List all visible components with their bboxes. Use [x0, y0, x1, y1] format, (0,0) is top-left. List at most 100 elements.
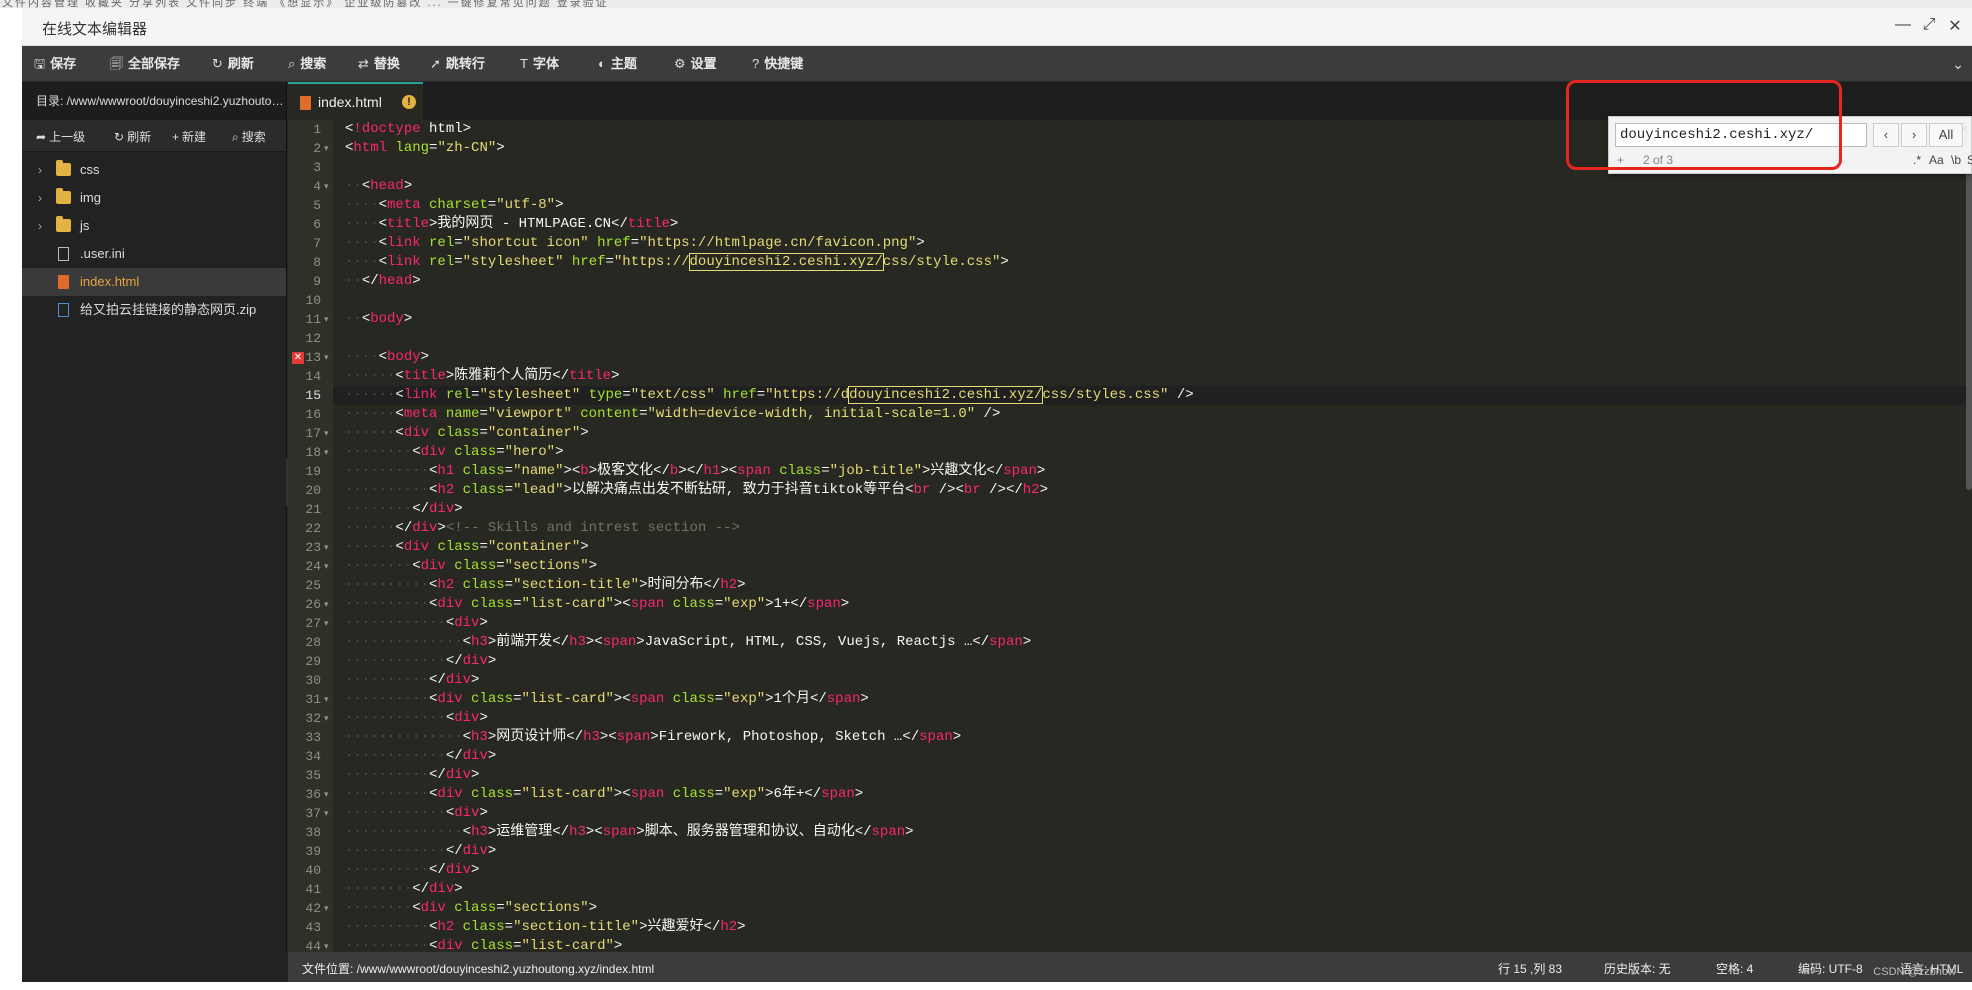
fold-arrow-icon[interactable]: ▾ — [324, 314, 329, 325]
code-line[interactable]: ····<body> — [345, 348, 429, 367]
code-line[interactable]: ··········<h1 class="name"><b>极客文化</b></… — [345, 462, 1045, 481]
error-icon[interactable]: ✕ — [292, 352, 304, 364]
code-line[interactable]: ··············<h3>运维管理</h3><span>脚本、服务器管… — [345, 823, 914, 842]
fold-arrow-icon[interactable]: ▾ — [324, 352, 329, 363]
sidebar-item-css[interactable]: › css — [22, 156, 286, 184]
fold-arrow-icon[interactable]: ▾ — [324, 143, 329, 154]
word-toggle[interactable]: \b — [1951, 153, 1961, 167]
fold-arrow-icon[interactable]: ▾ — [324, 941, 329, 952]
code-line[interactable]: ············</div> — [345, 652, 496, 671]
code-line[interactable]: ··············<h3>前端开发</h3><span>JavaScr… — [345, 633, 1031, 652]
code-editor[interactable]: 1 2 ▾ 3 4 ▾ 5 6 7 8 9 10 11 ▾ 12 13 ✕ ▾ 14 15 16 17 ▾ 18 ▾ 19 20 21… — [288, 120, 1972, 952]
fold-arrow-icon[interactable]: ▾ — [324, 542, 329, 553]
search-all-button[interactable]: All — [1929, 123, 1963, 147]
toolbar-button-1[interactable]: 🗐 全部保存 — [110, 46, 180, 82]
toolbar-button-7[interactable]: ◐ 主题 — [598, 46, 637, 82]
code-line[interactable]: ····<link rel="stylesheet" href="https:/… — [345, 253, 1009, 272]
code-line[interactable]: ············<div> — [345, 709, 488, 728]
code-line[interactable]: ··········<h2 class="lead">以解决痛点出发不断钻研, … — [345, 481, 1048, 500]
sidebar-item-js[interactable]: › js — [22, 212, 286, 240]
status-cursor-position[interactable]: 行 15 ,列 83 — [1498, 960, 1562, 977]
fold-arrow-icon[interactable]: ▾ — [324, 428, 329, 439]
toolbar-button-4[interactable]: ⇄ 替换 — [358, 46, 400, 82]
code-line[interactable]: ······<meta name="viewport" content="wid… — [345, 405, 1000, 424]
fold-arrow-icon[interactable]: ▾ — [324, 618, 329, 629]
code-line[interactable]: ··········<div class="list-card"><span c… — [345, 785, 863, 804]
selection-toggle[interactable]: S — [1967, 153, 1972, 167]
code-line[interactable]: ··<head> — [345, 177, 412, 196]
sidebar-item-indexhtml[interactable]: index.html — [22, 268, 286, 296]
sidebar-tool-3[interactable]: ⌕ 搜索 — [232, 128, 266, 145]
tab-index-html[interactable]: index.html ! — [288, 82, 423, 120]
code-line[interactable]: ··········</div> — [345, 766, 479, 785]
search-close-icon[interactable]: × — [1960, 120, 1968, 136]
sidebar-item-userini[interactable]: .user.ini — [22, 240, 286, 268]
fold-arrow-icon[interactable]: ▾ — [324, 903, 329, 914]
fold-arrow-icon[interactable]: ▾ — [324, 713, 329, 724]
fold-arrow-icon[interactable]: ▾ — [324, 808, 329, 819]
sidebar-tool-0[interactable]: ➦ 上一级 — [36, 128, 85, 145]
code-line[interactable]: ············<div> — [345, 804, 488, 823]
toolbar-button-9[interactable]: ? 快捷键 — [752, 46, 803, 82]
fold-arrow-icon[interactable]: ▾ — [324, 561, 329, 572]
code-line[interactable]: ······<div class="container"> — [345, 424, 589, 443]
vertical-scrollbar[interactable] — [1966, 120, 1972, 490]
fold-arrow-icon[interactable]: ▾ — [324, 694, 329, 705]
sidebar-item-img[interactable]: › img — [22, 184, 286, 212]
case-toggle[interactable]: Aa — [1929, 153, 1944, 167]
search-expand-button[interactable]: + — [1617, 153, 1624, 167]
chevron-down-icon[interactable]: ⌄ — [1952, 56, 1964, 73]
status-history[interactable]: 历史版本: 无 — [1604, 960, 1671, 977]
code-line[interactable]: ··</head> — [345, 272, 421, 291]
toolbar-button-5[interactable]: ➚ 跳转行 — [430, 46, 485, 82]
sidebar-item-zip[interactable]: 给又拍云挂链接的静态网页.zip — [22, 296, 286, 324]
toolbar-button-2[interactable]: ↻ 刷新 — [212, 46, 254, 82]
code-line[interactable]: ············</div> — [345, 747, 496, 766]
code-line[interactable]: ··········<h2 class="section-title">兴趣爱好… — [345, 918, 746, 937]
code-line[interactable]: ··<body> — [345, 310, 412, 329]
code-line[interactable]: ······<title>陈雅莉个人简历</title> — [345, 367, 619, 386]
regex-toggle[interactable]: .* — [1913, 153, 1921, 167]
code-line[interactable]: ········</div> — [345, 880, 463, 899]
code-line[interactable]: ··············<h3>网页设计师</h3><span>Firewo… — [345, 728, 961, 747]
toolbar-button-0[interactable]: 🖫 保存 — [34, 46, 76, 82]
code-line[interactable]: ······<link rel="stylesheet" type="text/… — [345, 386, 1194, 405]
code-line[interactable]: <!doctype html> — [345, 120, 471, 139]
code-line[interactable]: ········<div class="sections"> — [345, 899, 597, 918]
fold-arrow-icon[interactable]: ▾ — [324, 599, 329, 610]
code-line[interactable]: ··········<div class="list-card"> — [345, 937, 622, 952]
code-line[interactable]: ········<div class="hero"> — [345, 443, 564, 462]
code-line[interactable]: ············</div> — [345, 842, 496, 861]
code-line[interactable]: ··········</div> — [345, 671, 479, 690]
toolbar-button-8[interactable]: ⚙ 设置 — [674, 46, 717, 82]
code-line[interactable]: ············<div> — [345, 614, 488, 633]
chevron-right-icon[interactable]: › — [38, 156, 42, 184]
minimize-icon[interactable]: — — [1892, 16, 1914, 34]
close-icon[interactable]: ✕ — [1944, 16, 1966, 36]
code-line[interactable]: ····<title>我的网页 - HTMLPAGE.CN</title> — [345, 215, 678, 234]
sidebar-tool-2[interactable]: + 新建 — [172, 128, 206, 145]
toolbar-button-6[interactable]: T 字体 — [520, 46, 559, 82]
code-line[interactable]: ··········<h2 class="section-title">时间分布… — [345, 576, 746, 595]
fold-arrow-icon[interactable]: ▾ — [324, 447, 329, 458]
code-line[interactable]: ······</div><!-- Skills and intrest sect… — [345, 519, 740, 538]
fold-arrow-icon[interactable]: ▾ — [324, 181, 329, 192]
search-input[interactable]: douyinceshi2.ceshi.xyz/ — [1615, 123, 1867, 147]
search-prev-button[interactable]: ‹ — [1873, 123, 1899, 147]
code-line[interactable]: ····<link rel="shortcut icon" href="http… — [345, 234, 925, 253]
code-line[interactable]: ··········<div class="list-card"><span c… — [345, 690, 869, 709]
code-line[interactable]: ······<div class="container"> — [345, 538, 589, 557]
chevron-right-icon[interactable]: › — [38, 212, 42, 240]
fold-arrow-icon[interactable]: ▾ — [324, 789, 329, 800]
status-encoding[interactable]: 编码: UTF-8 — [1798, 960, 1863, 977]
code-line[interactable]: ····<meta charset="utf-8"> — [345, 196, 563, 215]
maximize-icon[interactable]: ⤢ — [1918, 16, 1940, 34]
toolbar-button-3[interactable]: ⌕ 搜索 — [288, 46, 326, 82]
sidebar-tool-1[interactable]: ↻ 刷新 — [114, 128, 151, 145]
code-line[interactable]: ········<div class="sections"> — [345, 557, 597, 576]
status-spaces[interactable]: 空格: 4 — [1716, 960, 1753, 977]
code-line[interactable]: <html lang="zh-CN"> — [345, 139, 505, 158]
search-next-button[interactable]: › — [1901, 123, 1927, 147]
chevron-right-icon[interactable]: › — [38, 184, 42, 212]
code-line[interactable]: ··········<div class="list-card"><span c… — [345, 595, 849, 614]
